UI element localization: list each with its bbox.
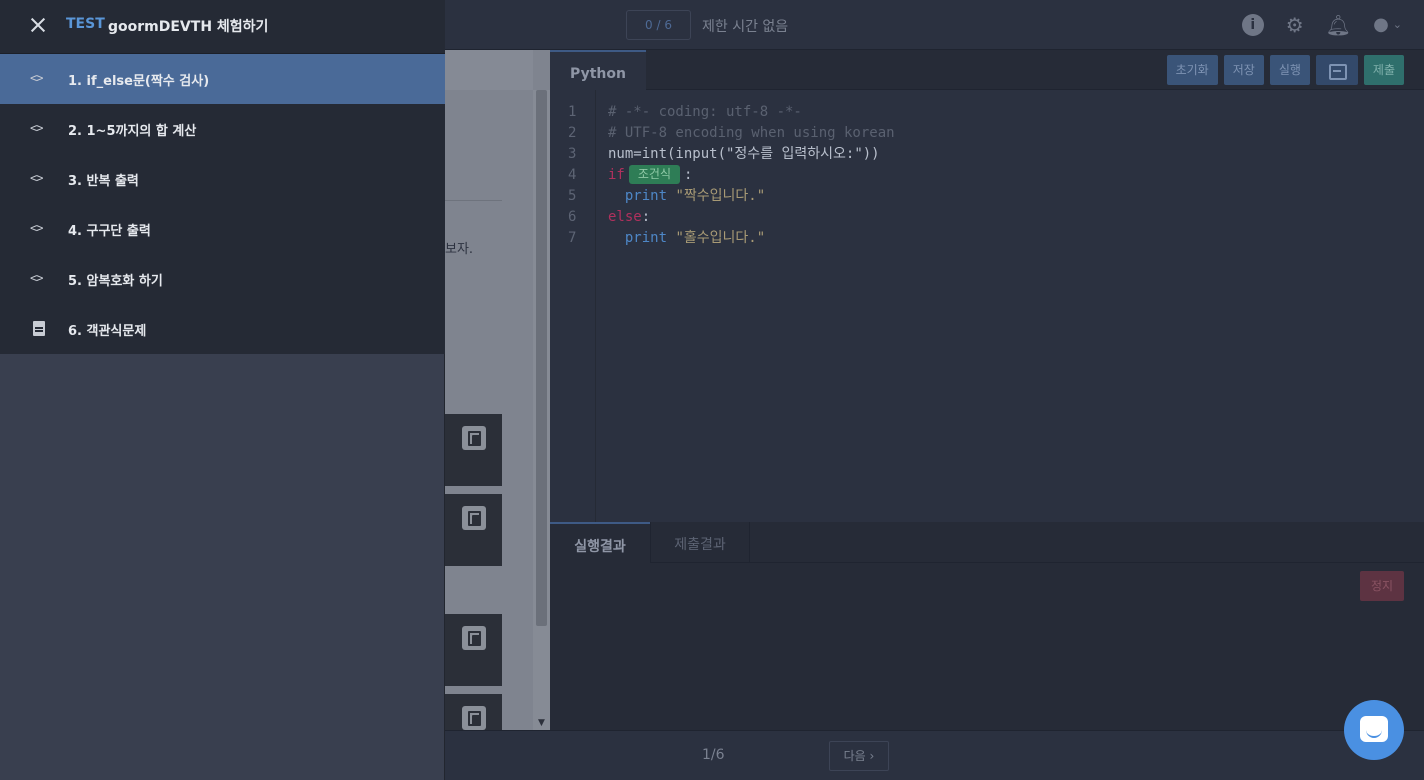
code-editor: Python 초기화 저장 실행 제출 1 # -*- coding: utf-…	[550, 50, 1424, 522]
example-code-block	[445, 614, 502, 686]
next-button[interactable]: 다음 ›	[829, 741, 889, 771]
code-text: print "홀수입니다."	[608, 228, 765, 249]
problem-divider	[445, 200, 502, 201]
problem-item-label: 1. if_else문(짝수 검사)	[68, 74, 210, 89]
progress-counter: 0 / 6	[626, 10, 691, 40]
line-number: 4	[568, 167, 577, 183]
line-number: 6	[568, 209, 577, 225]
submit-button[interactable]: 제출	[1363, 55, 1404, 85]
problem-text: 보자.	[445, 242, 474, 257]
colon: :	[641, 209, 651, 225]
problem-item-2[interactable]: <> 2. 1~5까지의 합 계산	[0, 104, 445, 154]
print-keyword: print	[624, 230, 668, 246]
problem-item-label: 2. 1~5까지의 합 계산	[68, 124, 197, 139]
app-root: 0 / 6 제한 시간 없음 i ⚙ 🔔︎ ● ⌄ 보자. ▼ Python 초…	[0, 0, 1424, 780]
problem-list: <> 1. if_else문(짝수 검사) <> 2. 1~5까지의 합 계산 …	[0, 54, 445, 354]
condition-blank-chip[interactable]: 조건식	[628, 165, 680, 184]
code-icon: <>	[30, 171, 43, 185]
problem-item-label: 6. 객관식문제	[68, 324, 147, 339]
bell-icon[interactable]: 🔔︎	[1326, 13, 1351, 37]
code-text: else:	[608, 207, 650, 228]
run-button[interactable]: 실행	[1269, 55, 1310, 85]
gear-icon[interactable]: ⚙	[1286, 13, 1304, 37]
line-number: 1	[568, 104, 577, 120]
colon: :	[683, 167, 693, 183]
code-text: if 조건식:	[608, 165, 692, 186]
code-text: # UTF-8 encoding when using korean	[608, 125, 895, 141]
problem-item-1[interactable]: <> 1. if_else문(짝수 검사)	[0, 54, 445, 104]
stop-button[interactable]: 정지	[1360, 571, 1404, 601]
problem-item-4[interactable]: <> 4. 구구단 출력	[0, 204, 445, 254]
problem-item-label: 5. 암복호화 하기	[68, 274, 163, 289]
console-toggle-icon[interactable]	[1315, 55, 1358, 85]
user-icon[interactable]: ●	[1373, 13, 1389, 37]
reset-button[interactable]: 초기화	[1166, 55, 1218, 85]
problem-list-drawer: TEST goormDEVTH 체험하기 <> 1. if_else문(짝수 검…	[0, 0, 445, 780]
tab-submit-result[interactable]: 제출결과	[650, 522, 750, 563]
chevron-down-icon[interactable]: ⌄	[1393, 13, 1402, 37]
string-literal: "홀수입니다."	[675, 230, 766, 246]
code-line[interactable]: 6 else:	[550, 207, 1424, 228]
tab-python[interactable]: Python	[550, 50, 646, 90]
print-keyword: print	[624, 188, 668, 204]
output-tabs: 실행결과 제출결과	[550, 522, 1424, 563]
save-button[interactable]: 저장	[1223, 55, 1264, 85]
code-line[interactable]: 3 num=int(input("정수를 입력하시오:"))	[550, 144, 1424, 165]
problem-scrollbar[interactable]: ▼	[533, 90, 550, 730]
drawer-title: goormDEVTH 체험하기	[108, 19, 269, 35]
line-number: 2	[568, 125, 577, 141]
line-number: 7	[568, 230, 577, 246]
drawer-header: TEST goormDEVTH 체험하기	[0, 0, 445, 54]
code-line[interactable]: 4 if 조건식:	[550, 165, 1424, 186]
code-icon: <>	[30, 271, 43, 285]
example-code-block	[445, 494, 502, 566]
keyword-else: else	[608, 209, 642, 225]
keyword-if: if	[608, 167, 625, 183]
problem-item-label: 3. 반복 출력	[68, 174, 139, 189]
scroll-down-icon[interactable]: ▼	[533, 718, 550, 728]
editor-tabs: Python 초기화 저장 실행 제출	[550, 50, 1424, 90]
close-icon[interactable]	[30, 17, 46, 33]
test-badge: TEST	[66, 16, 105, 32]
problem-item-5[interactable]: <> 5. 암복호화 하기	[0, 254, 445, 304]
code-line[interactable]: 1 # -*- coding: utf-8 -*-	[550, 102, 1424, 123]
code-icon: <>	[30, 221, 43, 235]
code-text: # -*- coding: utf-8 -*-	[608, 104, 802, 120]
page-indicator: 1/6	[702, 747, 725, 763]
copy-icon[interactable]	[462, 426, 486, 450]
code-line[interactable]: 5 print "짝수입니다."	[550, 186, 1424, 207]
problem-item-label: 4. 구구단 출력	[68, 224, 151, 239]
copy-icon[interactable]	[462, 506, 486, 530]
top-icons: i ⚙ 🔔︎ ● ⌄	[1241, 13, 1402, 37]
output-panel: 실행결과 제출결과 정지	[550, 522, 1424, 730]
tab-run-result[interactable]: 실행결과	[550, 522, 650, 563]
copy-icon[interactable]	[462, 706, 486, 730]
code-line[interactable]: 7 print "홀수입니다."	[550, 228, 1424, 249]
chat-icon[interactable]	[1344, 700, 1404, 760]
line-number: 3	[568, 146, 577, 162]
info-icon[interactable]: i	[1241, 14, 1264, 36]
line-number: 5	[568, 188, 577, 204]
code-icon: <>	[30, 71, 43, 85]
scroll-thumb[interactable]	[536, 90, 547, 626]
code-line[interactable]: 2 # UTF-8 encoding when using korean	[550, 123, 1424, 144]
code-text: print "짝수입니다."	[608, 186, 765, 207]
problem-item-3[interactable]: <> 3. 반복 출력	[0, 154, 445, 204]
example-code-block	[445, 414, 502, 486]
editor-toolbar: 초기화 저장 실행 제출	[1166, 55, 1404, 85]
copy-icon[interactable]	[462, 626, 486, 650]
example-code-block	[445, 694, 502, 730]
string-literal: "짝수입니다."	[675, 188, 766, 204]
time-limit-label: 제한 시간 없음	[702, 19, 789, 35]
document-icon	[33, 321, 45, 336]
code-icon: <>	[30, 121, 43, 135]
code-text: num=int(input("정수를 입력하시오:"))	[608, 146, 880, 162]
problem-item-6[interactable]: 6. 객관식문제	[0, 304, 445, 354]
